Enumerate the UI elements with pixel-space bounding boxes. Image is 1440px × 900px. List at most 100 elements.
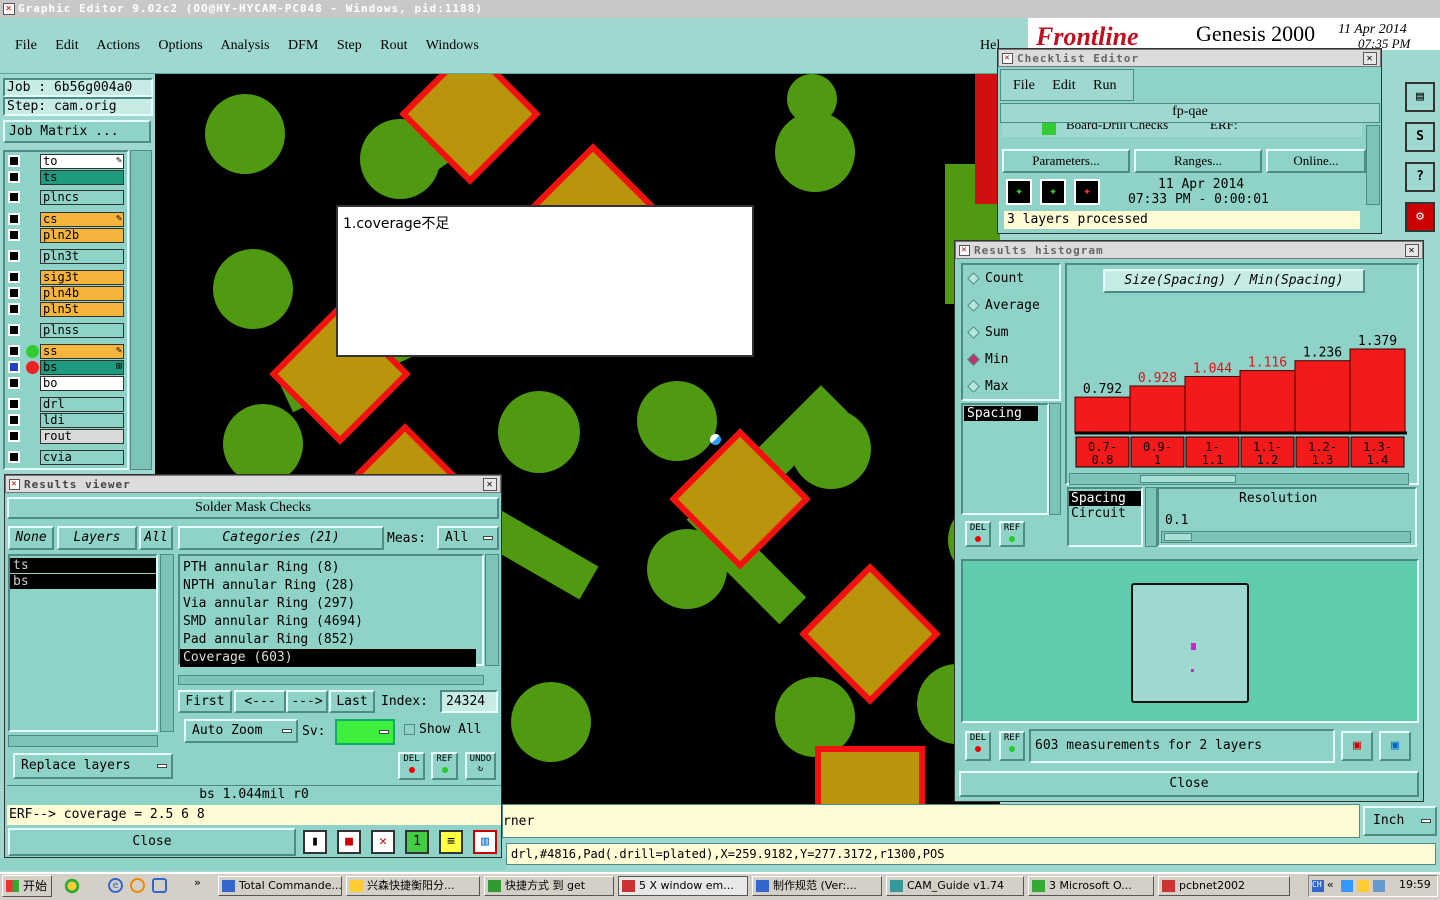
layer-row-ldi[interactable]: ldi [6, 413, 124, 428]
taskbar-item[interactable]: 制作规范 (Ver:... [752, 876, 882, 896]
histogram-icon[interactable]: ▥ [473, 830, 497, 854]
job-matrix-button[interactable]: Job Matrix ... [3, 120, 151, 143]
ie-icon[interactable]: e [108, 878, 123, 893]
histogram-bar[interactable] [1184, 375, 1241, 434]
list-item[interactable]: bs [10, 574, 156, 589]
layer-checkbox[interactable] [8, 377, 20, 389]
layer-checkbox[interactable] [8, 191, 20, 203]
meas-dropdown[interactable]: All [437, 526, 499, 550]
layer-list-hscroll[interactable] [8, 735, 158, 747]
category-item[interactable]: Coverage (603) [180, 649, 476, 667]
resolution-slider[interactable] [1161, 531, 1411, 543]
run-icon[interactable]: ✦ [1006, 179, 1032, 205]
window-icon[interactable]: ■ [337, 830, 361, 854]
legend-vscroll[interactable] [1145, 487, 1157, 547]
taskbar-item[interactable]: CAM_Guide v1.74 [886, 876, 1024, 896]
layer-row-pln4b[interactable]: pln4b [6, 286, 124, 301]
layer-checkbox[interactable] [8, 155, 20, 167]
last-button[interactable]: Last [329, 690, 375, 713]
next-button[interactable]: ---> [286, 690, 328, 713]
layer-checkbox[interactable] [8, 271, 20, 283]
tab-layers[interactable]: Layers [57, 526, 137, 550]
option-max[interactable]: Max [963, 373, 1059, 400]
histogram-bar[interactable] [1074, 396, 1131, 434]
menu-edit[interactable]: Edit [1052, 78, 1075, 93]
category-item[interactable]: NPTH annular Ring (28) [180, 577, 476, 595]
taskbar-item[interactable]: 快捷方式 到 get [484, 876, 614, 896]
layer-checkbox[interactable] [8, 250, 20, 262]
option-sum[interactable]: Sum [963, 319, 1059, 346]
menu-actions[interactable]: Actions [96, 38, 140, 53]
category-item[interactable]: PTH annular Ring (8) [180, 559, 476, 577]
list-item[interactable]: Spacing [964, 406, 1038, 421]
histogram-bar[interactable] [1129, 385, 1186, 434]
close-icon[interactable]: ✕ [1405, 244, 1419, 257]
tab-all[interactable]: All [139, 526, 173, 550]
sv-color-dropdown[interactable] [335, 719, 395, 745]
settings-icon[interactable]: ⚙ [1405, 202, 1435, 232]
layer-row-pln3t[interactable]: pln3t [6, 249, 124, 264]
parameters-button[interactable]: Parameters... [1002, 149, 1130, 173]
menu-analysis[interactable]: Analysis [221, 38, 270, 53]
menu-windows[interactable]: Windows [426, 38, 479, 53]
layer-checkbox[interactable] [8, 324, 20, 336]
layer-checkbox[interactable] [8, 303, 20, 315]
menu-edit[interactable]: Edit [55, 38, 78, 53]
close-button[interactable]: Close [8, 828, 296, 856]
quicklaunch-icon[interactable] [130, 878, 145, 893]
show-all-checkbox[interactable] [404, 724, 415, 735]
quicklaunch-icon[interactable] [152, 878, 167, 893]
layer-row-rout[interactable]: rout [6, 429, 124, 444]
units-dropdown[interactable]: Inch [1363, 806, 1437, 836]
histogram-bar[interactable] [1239, 370, 1296, 434]
category-item[interactable]: SMD annular Ring (4694) [180, 613, 476, 631]
layer-list-vscroll[interactable] [160, 554, 174, 732]
menu-file[interactable]: File [1013, 78, 1035, 93]
layer-row-pln2b[interactable]: pln2b [6, 228, 124, 243]
ref-button[interactable]: REF [999, 521, 1025, 547]
measure-icon[interactable]: ▮ [303, 830, 327, 854]
layer-row-bs[interactable]: bs ⊞ [6, 360, 124, 375]
layer-row-cvia[interactable]: cvia [6, 450, 124, 465]
tray-icon[interactable]: CH [1312, 880, 1324, 892]
layer-row-bo[interactable]: bo [6, 376, 124, 391]
close-icon[interactable]: ✕ [1363, 52, 1377, 65]
layer-scrollbar[interactable] [130, 150, 152, 470]
layer-row-sig3t[interactable]: sig3t [6, 270, 124, 285]
help-icon[interactable]: ? [1405, 162, 1435, 192]
histogram-bar[interactable] [1294, 360, 1351, 434]
layer-row-to[interactable]: to ✎ [6, 154, 124, 169]
menu-run[interactable]: Run [1093, 78, 1116, 93]
del-button[interactable]: DEL [965, 731, 991, 761]
online-button[interactable]: Online... [1266, 149, 1366, 173]
layer-row-cs[interactable]: cs ✎ [6, 212, 124, 227]
start-button[interactable]: 开始 [2, 875, 52, 897]
tab-none[interactable]: None [8, 526, 54, 550]
layer-checkbox[interactable] [8, 229, 20, 241]
zoom-window-icon[interactable]: ▣ [1341, 731, 1373, 761]
histogram-bar[interactable] [1349, 348, 1406, 434]
taskbar-item[interactable]: 5 X window em... [618, 876, 748, 896]
layer-checkbox[interactable] [8, 287, 20, 299]
menu-file[interactable]: File [15, 38, 37, 53]
close-icon[interactable]: ✕ [483, 478, 497, 491]
layer-row-drl[interactable]: drl [6, 397, 124, 412]
index-field[interactable]: 24324 [440, 690, 498, 713]
categories-button[interactable]: Categories (21) [178, 526, 384, 550]
chevron-icon[interactable]: » [194, 876, 201, 889]
undo-button[interactable]: UNDO ↻ [465, 752, 496, 780]
histogram-close-button[interactable]: Close [959, 771, 1419, 797]
category-list-hscroll[interactable] [178, 675, 484, 685]
category-list-vscroll[interactable] [485, 554, 499, 666]
tray-icon[interactable] [1373, 880, 1385, 892]
first-button[interactable]: First [178, 690, 232, 713]
menu-rout[interactable]: Rout [380, 38, 407, 53]
layer-checkbox[interactable] [8, 398, 20, 410]
report-icon[interactable]: ≡ [439, 830, 463, 854]
category-item[interactable]: Via annular Ring (297) [180, 595, 476, 613]
route-icon[interactable]: S [1405, 122, 1435, 152]
layer-row-plnss[interactable]: plnss [6, 323, 124, 338]
category-item[interactable]: Pad annular Ring (852) [180, 631, 476, 649]
tray-chevron-icon[interactable]: « [1327, 878, 1334, 891]
taskbar-item[interactable]: pcbnet2002 [1158, 876, 1290, 896]
